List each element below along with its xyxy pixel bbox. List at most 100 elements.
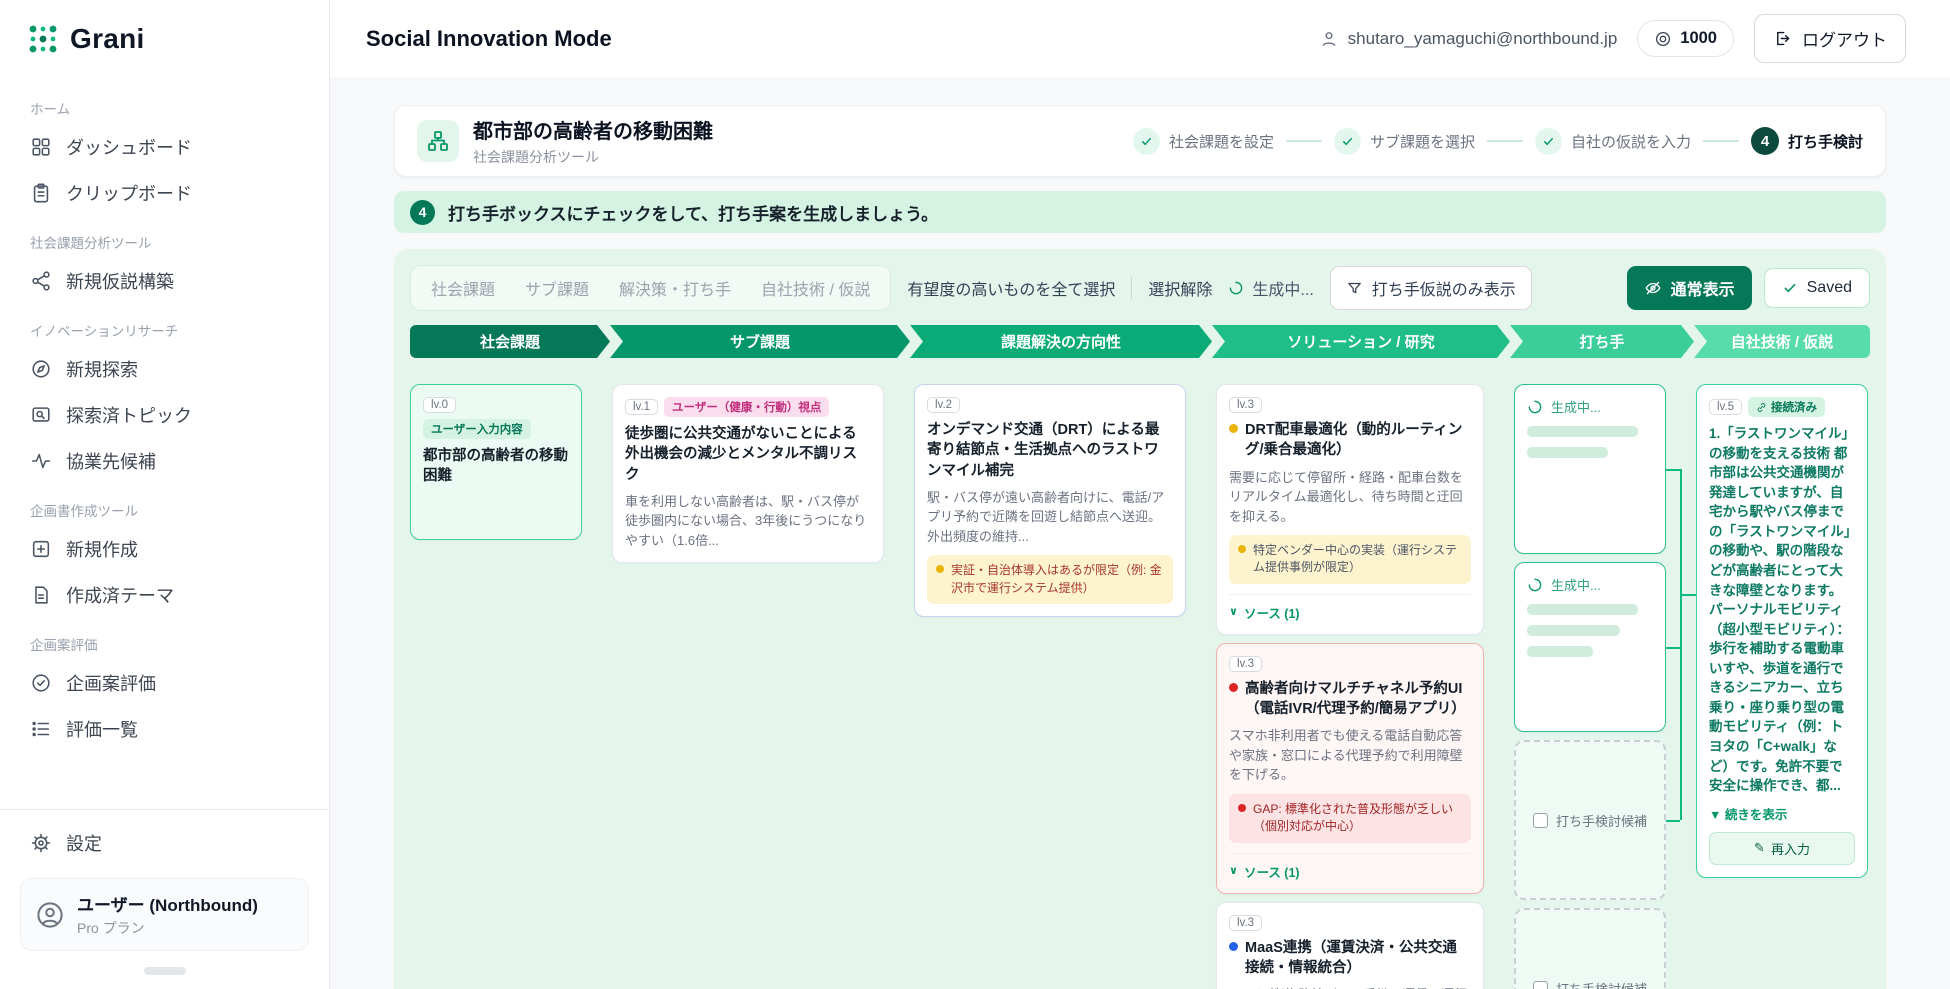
- credits-badge[interactable]: 1000: [1637, 20, 1734, 57]
- step-2-done: サブ課題を選択: [1334, 128, 1475, 155]
- nav-section-innovation: イノベーションリサーチ: [30, 320, 299, 340]
- sidebar-item-evaluation-list[interactable]: 評価一覧: [20, 706, 309, 752]
- activity-pulse-icon: [30, 450, 52, 472]
- skeleton-line: [1527, 646, 1593, 657]
- user-plan: Pro プラン: [77, 918, 258, 938]
- solution-card-multichannel-ui[interactable]: lv.3 高齢者向けマルチチャネル予約UI（電話IVR/代理予約/簡易アプリ） …: [1216, 643, 1484, 894]
- hypothesis-text: 1.「ラストワンマイル」の移動を支える技術 都市部は公共交通機関が発達しています…: [1709, 424, 1855, 796]
- spinner-icon: [1228, 280, 1244, 296]
- filter-tab-solutions[interactable]: 解決策・打ち手: [619, 276, 731, 300]
- sidebar-item-label: 新規作成: [66, 536, 138, 562]
- sidebar-item-clipboard[interactable]: クリップボード: [20, 170, 309, 216]
- sidebar-item-proposal-evaluation[interactable]: 企画案評価: [20, 660, 309, 706]
- candidate-label: 打ち手検討候補: [1556, 811, 1647, 830]
- level-badge: lv.3: [1229, 656, 1262, 672]
- sidebar-item-settings[interactable]: 設定: [20, 820, 309, 866]
- column-actions: 生成中... 生成中...: [1514, 384, 1666, 989]
- gap-note: GAP: 標準化された普及形態が乏しい（個別対応が中心）: [1229, 794, 1471, 843]
- step-check-icon: [1133, 128, 1160, 155]
- sidebar-item-label: 探索済トピック: [66, 402, 192, 428]
- user-name: ユーザー (Northbound): [77, 891, 258, 916]
- filter-tab-social-issue[interactable]: 社会課題: [431, 276, 495, 300]
- card-description: スマホ非利用者でも使える電話自動応答や家族・窓口による代理予約で利用障壁を下げる…: [1229, 726, 1471, 785]
- filter-tab-sub-issue[interactable]: サブ課題: [525, 276, 589, 300]
- nav-section-analysis: 社会課題分析ツール: [30, 232, 299, 252]
- sidebar-item-dashboard[interactable]: ダッシュボード: [20, 124, 309, 170]
- connector-line: [1666, 469, 1680, 471]
- main-area: Social Innovation Mode shutaro_yamaguchi…: [330, 0, 1950, 989]
- topbar: Social Innovation Mode shutaro_yamaguchi…: [330, 0, 1950, 77]
- board-panel: 社会課題 サブ課題 解決策・打ち手 自社技術 / 仮説 有望度の高いものを全て選…: [394, 249, 1886, 989]
- stage-ribbon: 社会課題 サブ課題 課題解決の方向性 ソリューション / 研究 打ち手 自社技術…: [410, 325, 1870, 358]
- card-title: MaaS連携（運賃決済・公共交通接続・情報統合）: [1245, 938, 1471, 979]
- own-tech-hypothesis-card[interactable]: lv.5 接続済み 1.「ラストワンマイル」の移動を支える技術 都市部は公共交通…: [1696, 384, 1868, 878]
- source-link[interactable]: ∨ ソース (1): [1229, 853, 1471, 881]
- candidate-checkbox[interactable]: [1533, 981, 1548, 989]
- step-number: 4: [1751, 127, 1779, 155]
- deselect-link[interactable]: 選択解除: [1148, 276, 1212, 300]
- skeleton-line: [1527, 447, 1608, 458]
- step-check-icon: [1535, 128, 1562, 155]
- connected-badge: 接続済み: [1748, 397, 1825, 417]
- sidebar-item-collaboration-candidates[interactable]: 協業先候補: [20, 438, 309, 484]
- sidebar-item-new-exploration[interactable]: 新規探索: [20, 346, 309, 392]
- solution-card-maas[interactable]: lv.3 MaaS連携（運賃決済・公共交通接続・情報統合） DRTと鉄道/路線バ…: [1216, 902, 1484, 989]
- status-dot-blue: [1229, 942, 1238, 951]
- clipboard-icon: [30, 182, 52, 204]
- link-icon: [1756, 402, 1767, 413]
- reenter-button[interactable]: ✎ 再入力: [1709, 832, 1855, 865]
- direction-card[interactable]: lv.2 オンデマンド交通（DRT）による最寄り結節点・生活拠点へのラストワンマ…: [914, 384, 1186, 617]
- sidebar-spacer: [20, 752, 309, 799]
- spinner-icon: [1527, 399, 1543, 415]
- project-icon-badge: [417, 120, 459, 162]
- project-header-card: 都市部の高齢者の移動困難 社会課題分析ツール 社会課題を設定 サブ課題を選択: [394, 105, 1886, 177]
- select-all-promising-link[interactable]: 有望度の高いものを全て選択: [907, 276, 1115, 300]
- card-title: オンデマンド交通（DRT）による最寄り結節点・生活拠点へのラストワンマイル補完: [927, 420, 1173, 481]
- sidebar-item-label: 新規仮説構築: [66, 268, 174, 294]
- card-description: 駅・バス停が遠い高齢者向けに、電話/アプリ予約で近隣を回遊し結節点へ送迎。外出頻…: [927, 488, 1173, 547]
- status-dot-yellow: [1238, 545, 1246, 553]
- solution-card-drt[interactable]: lv.3 DRT配車最適化（動的ルーティング/乗合最適化） 需要に応じて停留所・…: [1216, 384, 1484, 635]
- page-title: Social Innovation Mode: [366, 26, 612, 52]
- sidebar-divider: [0, 809, 329, 810]
- show-more-link[interactable]: ▼ 続きを表示: [1709, 804, 1855, 823]
- progress-stepper: 社会課題を設定 サブ課題を選択 自社の仮説を入力 4: [1133, 127, 1863, 155]
- sub-issue-card[interactable]: lv.1 ユーザー（健康・行動）視点 徒歩圏に公共交通がないことによる外出機会の…: [612, 384, 884, 563]
- source-link[interactable]: ∨ ソース (1): [1229, 594, 1471, 622]
- evidence-note: 実証・自治体導入はあるが限定（例: 金沢市で運行システム提供）: [927, 555, 1173, 604]
- logout-button[interactable]: ログアウト: [1754, 14, 1906, 63]
- show-only-hypothesis-button[interactable]: 打ち手仮説のみ表示: [1330, 266, 1532, 310]
- coin-icon: [1654, 30, 1672, 48]
- filter-tab-own-tech[interactable]: 自社技術 / 仮説: [761, 276, 870, 300]
- generating-label: 生成中...: [1551, 397, 1601, 416]
- credits-value: 1000: [1680, 29, 1717, 48]
- action-candidate-card-2[interactable]: 打ち手検討候補: [1514, 908, 1666, 989]
- project-title: 都市部の高齢者の移動困難: [473, 115, 713, 144]
- spinner-icon: [1527, 577, 1543, 593]
- ribbon-own-tech: 自社技術 / 仮説: [1694, 325, 1870, 358]
- sidebar-item-new-hypothesis[interactable]: 新規仮説構築: [20, 258, 309, 304]
- sidebar-resize-handle[interactable]: [144, 967, 186, 975]
- generating-action-card-2: 生成中...: [1514, 562, 1666, 732]
- nav-section-proposal: 企画書作成ツール: [30, 500, 299, 520]
- sidebar-item-new-document[interactable]: 新規作成: [20, 526, 309, 572]
- sidebar-item-label: 新規探索: [66, 356, 138, 382]
- card-title: DRT配車最適化（動的ルーティング/乗合最適化）: [1245, 420, 1471, 461]
- social-issue-card[interactable]: lv.0 ユーザー入力内容 都市部の高齢者の移動困難: [410, 384, 582, 540]
- skeleton-line: [1527, 426, 1638, 437]
- status-dot-red: [1229, 683, 1238, 692]
- normal-view-button[interactable]: 通常表示: [1627, 266, 1752, 310]
- sidebar-item-label: 設定: [66, 830, 102, 856]
- filter-funnel-icon: [1346, 280, 1363, 297]
- brand-name: Grani: [70, 23, 145, 55]
- sidebar-item-explored-topics[interactable]: 探索済トピック: [20, 392, 309, 438]
- ribbon-solution: ソリューション / 研究: [1212, 325, 1510, 358]
- candidate-checkbox[interactable]: [1533, 813, 1548, 828]
- sidebar-item-created-themes[interactable]: 作成済テーマ: [20, 572, 309, 618]
- candidate-label: 打ち手検討候補: [1556, 979, 1647, 989]
- viewpoint-badge: ユーザー（健康・行動）視点: [664, 397, 829, 417]
- action-candidate-card-1[interactable]: 打ち手検討候補: [1514, 740, 1666, 900]
- brand-logo[interactable]: Grani: [26, 22, 303, 56]
- saved-button[interactable]: Saved: [1764, 268, 1870, 308]
- user-card[interactable]: ユーザー (Northbound) Pro プラン: [20, 878, 309, 951]
